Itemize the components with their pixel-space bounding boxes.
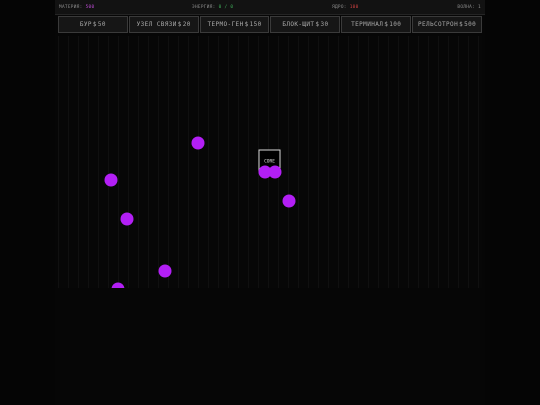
core-health-stat: ЯДРО: 100 [332, 5, 359, 10]
build-relay-button[interactable]: УЗЕЛ СВЯЗИ $20 [128, 16, 199, 33]
matter-label: МАТЕРИЯ: [59, 5, 83, 10]
build-item-name: БУР [79, 21, 92, 28]
wave-label: ВОЛНА: [457, 5, 476, 10]
enemy-unit[interactable] [104, 173, 118, 187]
matter-stat: МАТЕРИЯ: 500 [59, 5, 94, 10]
enemy-unit[interactable] [111, 282, 125, 289]
build-item-cost: 50 [97, 21, 106, 28]
build-item-name: ТЕРМИНАЛ [351, 21, 384, 28]
build-item-name: РЕЛЬСОТРОН [417, 21, 459, 28]
enemy-unit[interactable] [282, 194, 296, 208]
game-field-canvas[interactable]: CORE [58, 36, 482, 288]
wave-value: 1 [478, 5, 481, 10]
build-item-cost: 500 [464, 21, 477, 28]
build-drill-button[interactable]: БУР $50 [58, 16, 128, 33]
energy-value: 0 / 0 [218, 5, 234, 10]
wave-stat: ВОЛНА: 1 [457, 5, 481, 10]
enemy-unit[interactable] [191, 136, 205, 150]
game-field[interactable]: CORE [58, 36, 482, 288]
build-item-cost: 150 [249, 21, 262, 28]
build-item-cost: 100 [389, 21, 402, 28]
build-item-name: УЗЕЛ СВЯЗИ [136, 21, 177, 28]
core-health-value: 100 [349, 5, 359, 10]
build-menu: БУР $50 УЗЕЛ СВЯЗИ $20 ТЕРМО-ГЕН $150 БЛОК-… [58, 16, 482, 34]
build-item-name: ТЕРМО-ГЕН [207, 21, 244, 28]
energy-label: ЭНЕРГИЯ: [192, 5, 216, 10]
energy-stat: ЭНЕРГИЯ: 0 / 0 [192, 5, 233, 10]
matter-value: 500 [85, 5, 95, 10]
core-label: CORE [264, 159, 275, 165]
build-item-cost: 20 [182, 21, 191, 28]
core-health-label: ЯДРО: [332, 5, 347, 10]
enemy-unit[interactable] [268, 165, 282, 179]
build-shield-block-button[interactable]: БЛОК-ЩИТ $30 [270, 16, 341, 33]
enemy-unit[interactable] [158, 264, 172, 278]
build-terminal-button[interactable]: ТЕРМИНАЛ $100 [341, 16, 412, 33]
enemy-unit[interactable] [120, 212, 134, 226]
status-bar: МАТЕРИЯ: 500 ЭНЕРГИЯ: 0 / 0 ЯДРО: 100 ВОЛНА… [55, 0, 485, 15]
build-item-cost: 30 [320, 21, 329, 28]
build-thermo-gen-button[interactable]: ТЕРМО-ГЕН $150 [199, 16, 270, 33]
build-item-name: БЛОК-ЩИТ [282, 21, 315, 28]
build-railgun-button[interactable]: РЕЛЬСОТРОН $500 [412, 16, 482, 33]
